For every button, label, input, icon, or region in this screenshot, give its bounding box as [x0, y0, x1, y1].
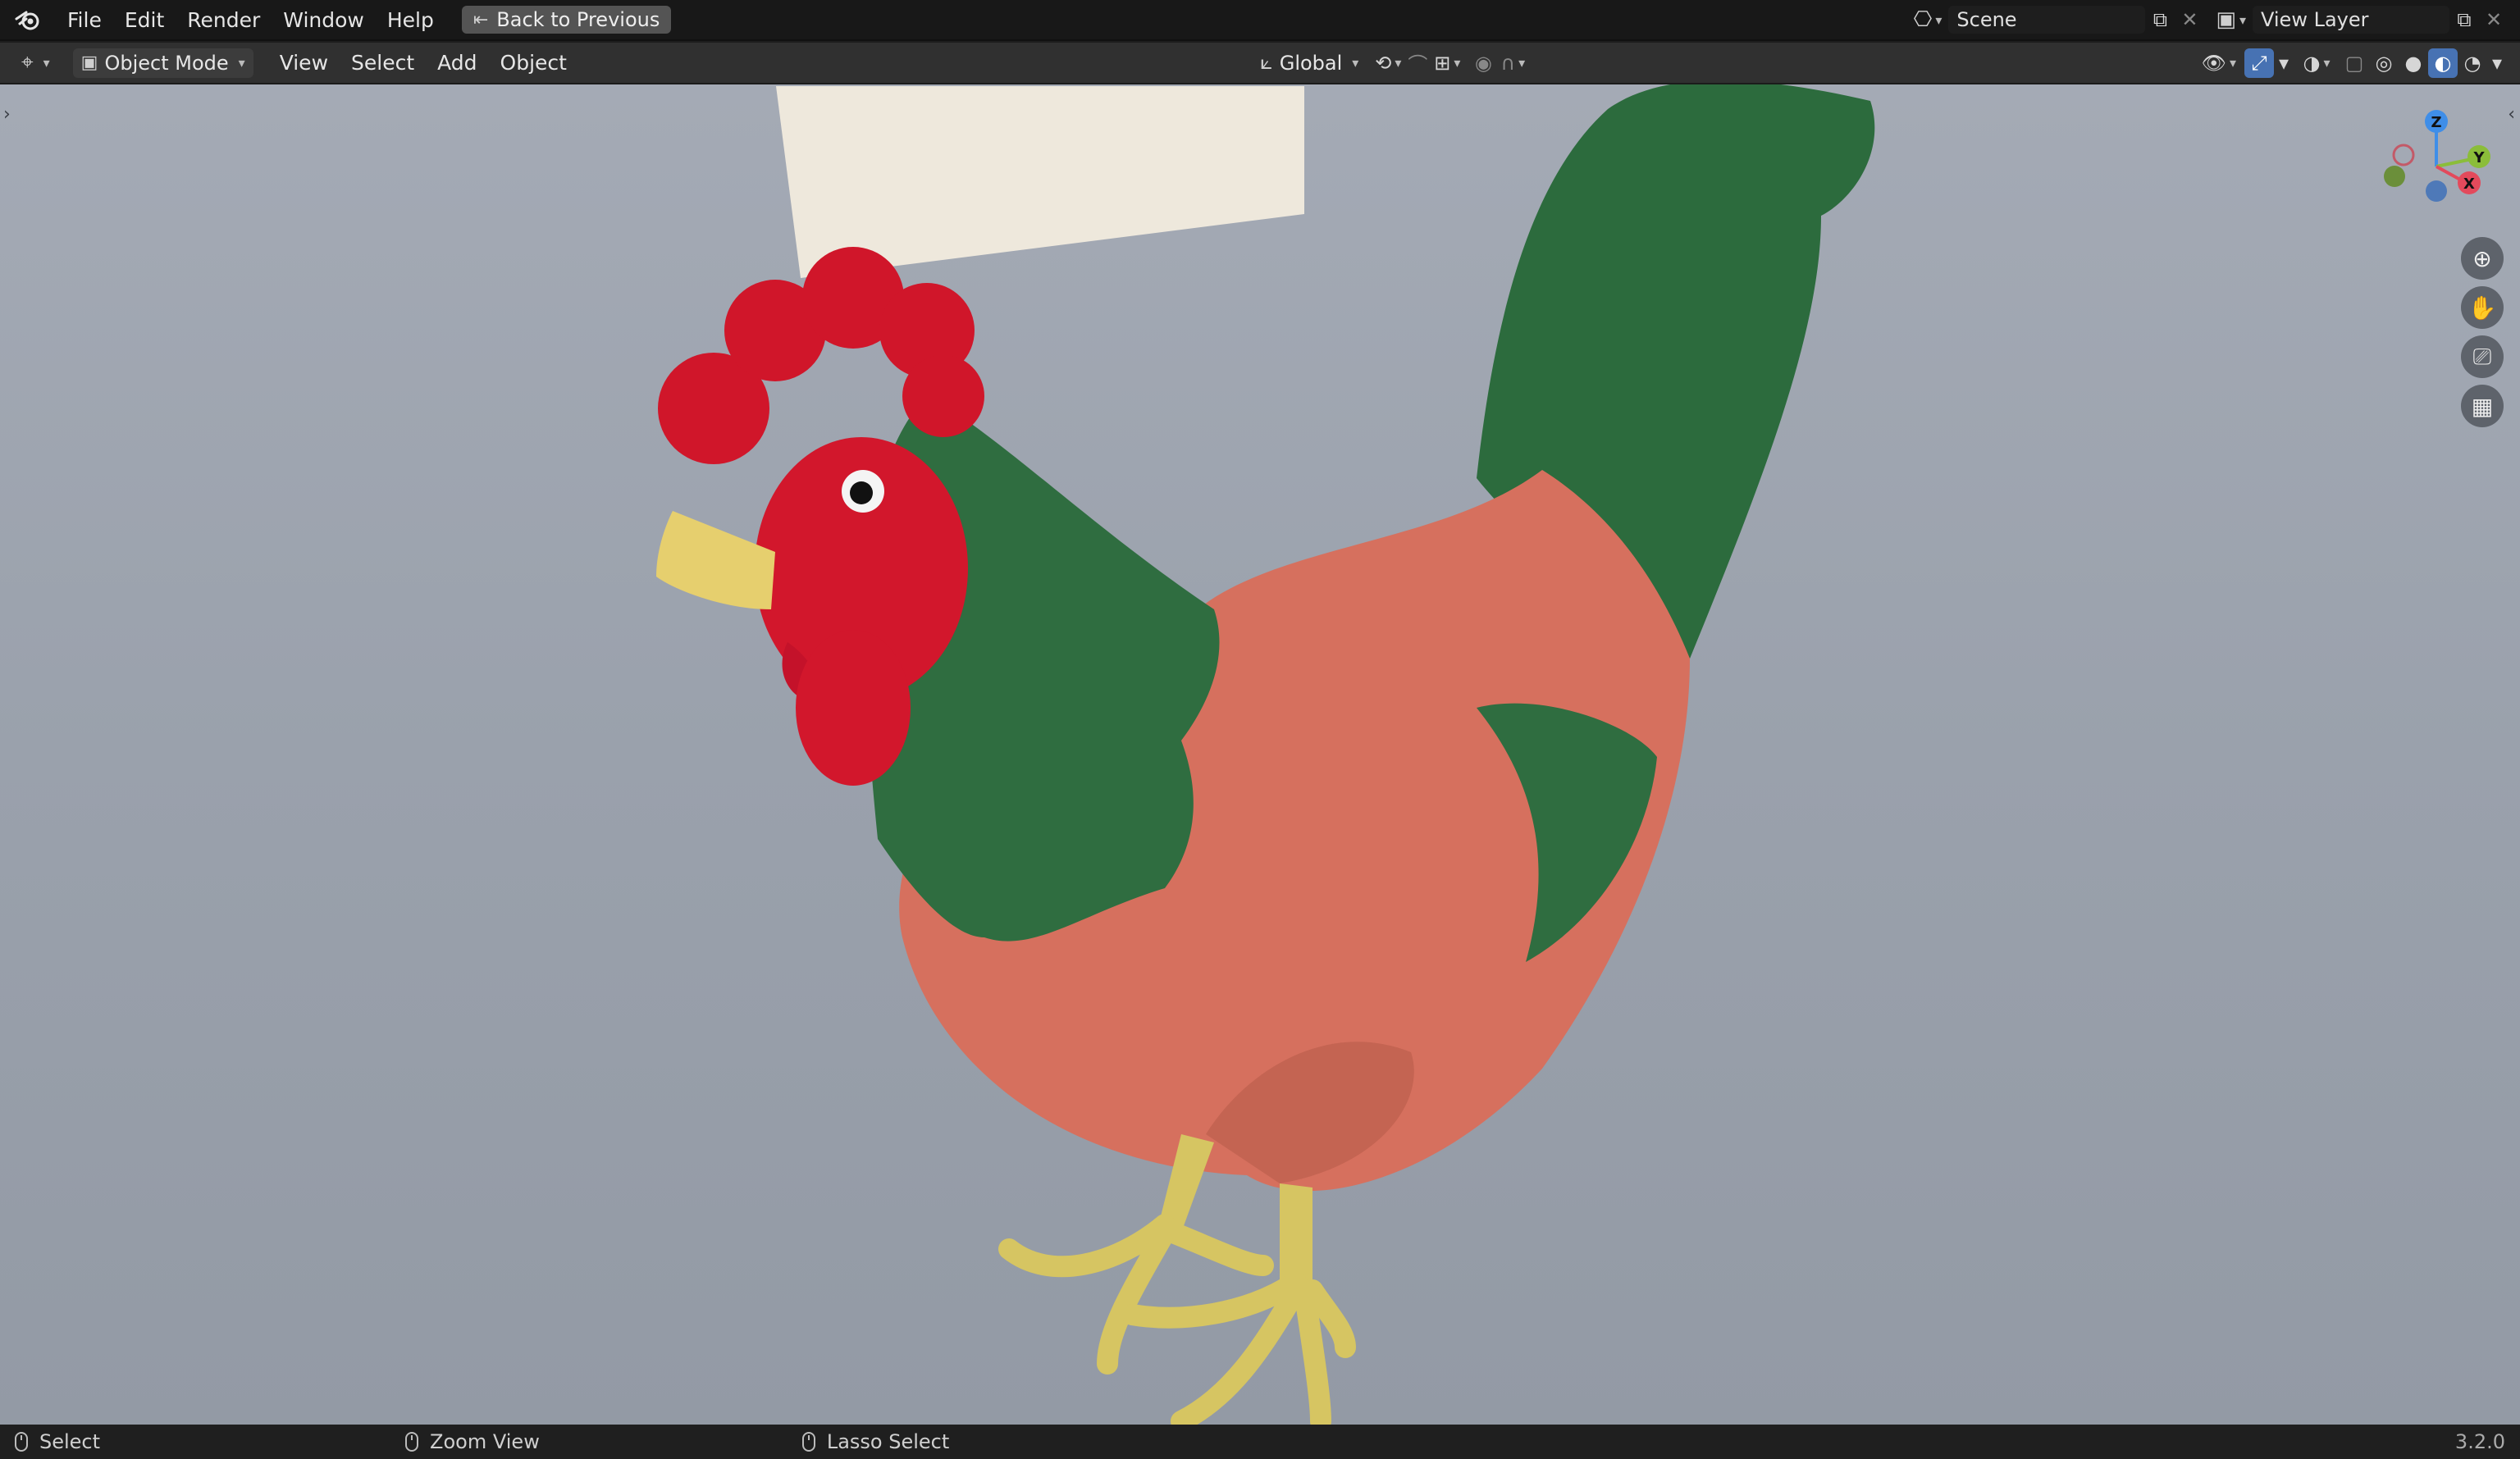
menu-render[interactable]: Render — [176, 3, 272, 37]
pivot-point-icon[interactable]: ⟲ ▾ — [1373, 48, 1403, 78]
transform-orientation-label: Global — [1279, 51, 1343, 75]
top-menu-bar: File Edit Render Window Help ⇤ Back to P… — [0, 0, 2520, 41]
mode-label: Object Mode — [104, 51, 229, 75]
transform-orientation-dropdown[interactable]: ⟀ Global ▾ — [1252, 48, 1367, 78]
scene-name-field[interactable]: Scene — [1948, 6, 2146, 34]
object-mode-icon: ▣ — [80, 52, 98, 73]
pan-hand-icon[interactable]: ✋ — [2461, 286, 2504, 329]
menu-add[interactable]: Add — [426, 46, 488, 80]
gizmo-x-label: X — [2463, 176, 2475, 193]
view-layer-name: View Layer — [2261, 8, 2369, 31]
rooster-model[interactable] — [0, 84, 2520, 1425]
snap-target-icon[interactable]: ⊞ ▾ — [1432, 48, 1462, 78]
menu-file[interactable]: File — [56, 3, 113, 37]
perspective-toggle-icon[interactable]: ▦ — [2461, 385, 2504, 427]
gizmo-toggle-icon[interactable]: ⤢ — [2244, 48, 2275, 78]
axis-gizmo[interactable]: Z Y X — [2379, 109, 2494, 232]
version-label: 3.2.0 — [2454, 1430, 2505, 1453]
scene-selector-icon[interactable]: ⎔ ▾ — [1914, 7, 1942, 32]
status-bar: Select Zoom View Lasso Select 3.2.0 — [0, 1425, 2520, 1459]
blender-logo-icon[interactable] — [11, 7, 44, 32]
menu-help[interactable]: Help — [376, 3, 445, 37]
overlays-icon[interactable]: ◑ ▾ — [2302, 48, 2331, 78]
new-view-layer-icon[interactable]: ⧉ — [2449, 5, 2479, 34]
snap-toggle-icon[interactable]: ⌒ — [1403, 48, 1432, 78]
3d-viewport[interactable]: › ‹ Z Y X ⊕ ✋ ⎚ ▦ — [0, 84, 2520, 1425]
camera-view-icon[interactable]: ⎚ — [2461, 335, 2504, 378]
proportional-editing-icon[interactable]: ◉ — [1468, 48, 1498, 78]
gizmo-dropdown-icon[interactable]: ▾ — [2274, 48, 2294, 78]
zoom-icon[interactable]: ⊕ — [2461, 237, 2504, 280]
back-to-previous-label: Back to Previous — [496, 8, 660, 31]
view-layer-selector-icon[interactable]: ▣ ▾ — [2216, 7, 2246, 32]
shading-dropdown-icon[interactable]: ▾ — [2487, 48, 2507, 78]
status-select: Select — [15, 1430, 100, 1453]
xray-icon[interactable]: ▢ — [2340, 48, 2369, 78]
left-mouse-icon — [15, 1432, 28, 1452]
status-zoom-label: Zoom View — [430, 1430, 540, 1453]
wireframe-shading-icon[interactable]: ◎ — [2369, 48, 2399, 78]
new-scene-icon[interactable]: ⧉ — [2145, 5, 2175, 34]
gizmo-y-label: Y — [2472, 149, 2485, 166]
menu-select[interactable]: Select — [340, 46, 426, 80]
menu-window[interactable]: Window — [272, 3, 376, 37]
scene-name: Scene — [1956, 8, 2017, 31]
middle-mouse-icon — [405, 1432, 419, 1452]
status-lasso: Lasso Select — [801, 1430, 950, 1453]
gizmo-z-label: Z — [2431, 114, 2441, 131]
menu-view[interactable]: View — [268, 46, 340, 80]
status-lasso-label: Lasso Select — [826, 1430, 950, 1453]
solid-shading-icon[interactable]: ● — [2399, 48, 2428, 78]
back-to-previous-button[interactable]: ⇤ Back to Previous — [461, 6, 672, 34]
viewport-header: ⌖ ▾ ▣ Object Mode ▾ View Select Add Objec… — [0, 43, 2520, 84]
rendered-shading-icon[interactable]: ◔ — [2458, 48, 2487, 78]
view-layer-field[interactable]: View Layer — [2253, 6, 2449, 34]
falloff-icon[interactable]: ∩ ▾ — [1498, 48, 1527, 78]
visibility-icon[interactable]: 👁 ▾ — [2202, 48, 2237, 78]
delete-scene-icon[interactable]: ✕ — [2175, 5, 2204, 34]
status-zoom: Zoom View — [405, 1430, 540, 1453]
menu-edit[interactable]: Edit — [113, 3, 176, 37]
axes-editor-icon: ⌖ — [21, 50, 34, 75]
right-mouse-icon — [801, 1432, 815, 1452]
material-preview-shading-icon[interactable]: ◐ — [2428, 48, 2458, 78]
back-arrow-icon: ⇤ — [472, 9, 489, 30]
orientation-icon: ⟀ — [1260, 50, 1273, 75]
menu-object[interactable]: Object — [489, 46, 578, 80]
status-select-label: Select — [39, 1430, 101, 1453]
delete-view-layer-icon[interactable]: ✕ — [2479, 5, 2509, 34]
editor-type-dropdown[interactable]: ⌖ ▾ — [13, 48, 58, 78]
mode-dropdown[interactable]: ▣ Object Mode ▾ — [72, 48, 253, 78]
